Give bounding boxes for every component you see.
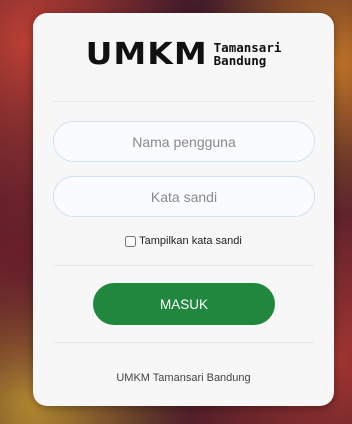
divider-bottom (53, 342, 314, 343)
divider-top (53, 101, 314, 102)
logo-subtitle: Tamansari Bandung (214, 41, 282, 67)
username-input[interactable] (53, 121, 315, 162)
show-password-checkbox[interactable] (125, 235, 137, 247)
logo-sub-line2: Bandung (213, 52, 267, 68)
footer-text: UMKM Tamansari Bandung (116, 372, 251, 384)
show-password-label: Tampilkan kata sandi (139, 235, 242, 247)
brand-logo: UMKM Tamansari Bandung (33, 37, 334, 70)
logo-sub-line1: Tamansari (213, 39, 282, 55)
show-password-toggle[interactable]: Tampilkan kata sandi (33, 235, 334, 247)
login-button[interactable]: MASUK (93, 283, 275, 325)
divider-middle (53, 265, 314, 266)
login-card: UMKM Tamansari Bandung Tampilkan kata sa… (33, 13, 334, 406)
password-input[interactable] (53, 176, 315, 217)
logo-main-text: UMKM (85, 35, 208, 72)
